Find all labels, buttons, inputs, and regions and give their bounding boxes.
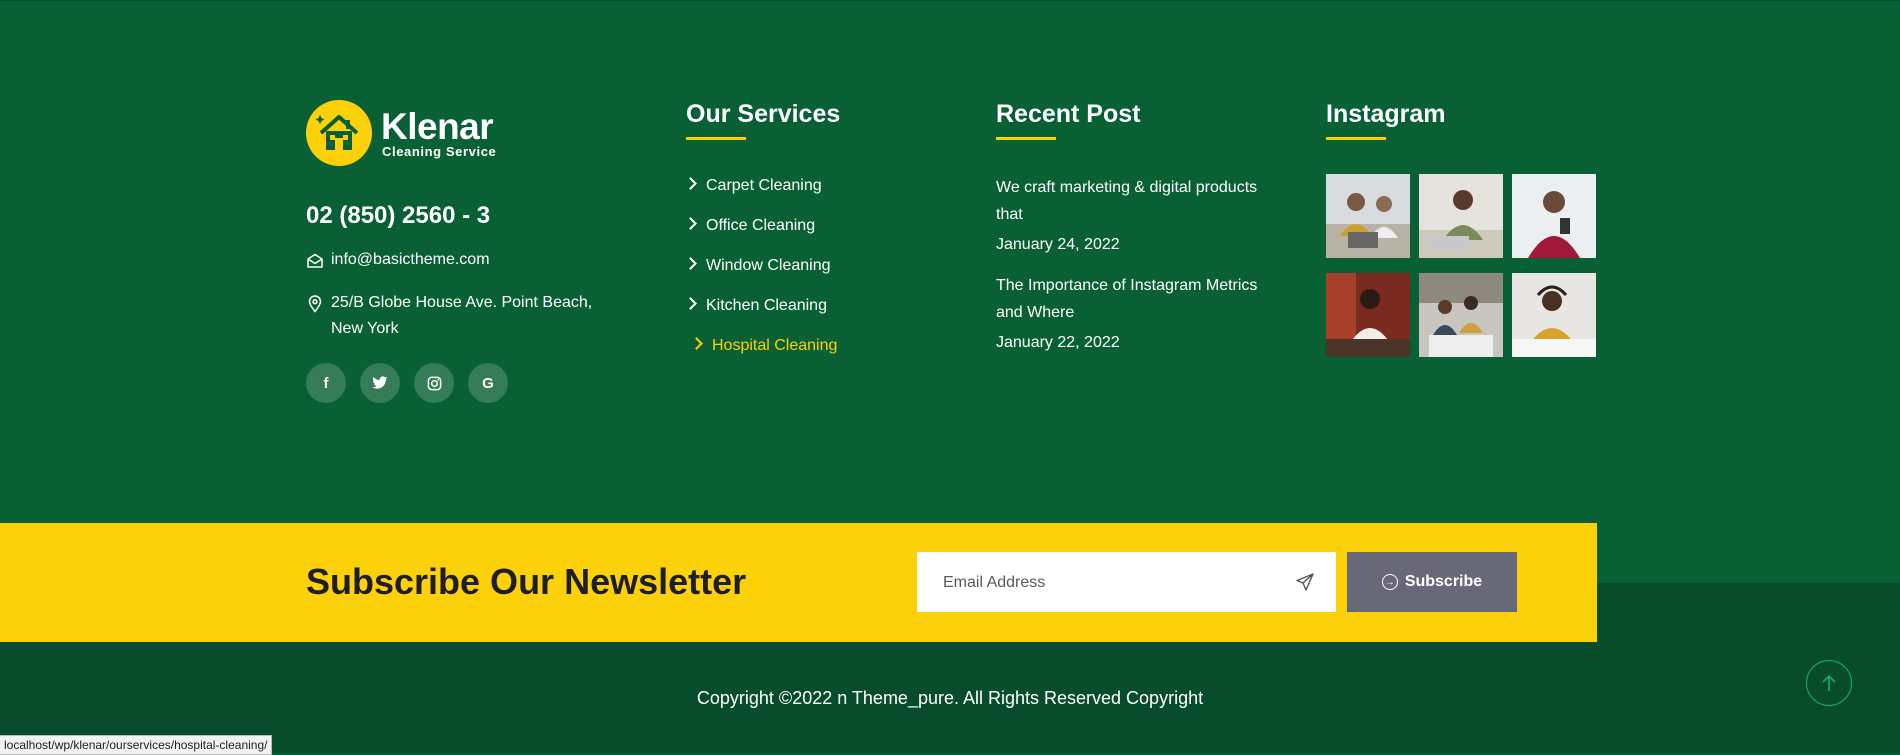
instagram-icon[interactable] — [414, 363, 454, 403]
instagram-photo-1[interactable] — [1326, 174, 1410, 258]
recent-post-date-2: January 22, 2022 — [996, 334, 1120, 351]
recent-post-title-1[interactable]: We craft marketing & digital products th… — [996, 174, 1276, 228]
email-input[interactable] — [941, 552, 1285, 614]
brand-tagline: Cleaning Service — [382, 144, 497, 159]
email-field-wrapper — [917, 552, 1336, 614]
envelope-icon — [306, 252, 324, 270]
house-icon — [306, 100, 372, 166]
facebook-icon[interactable]: f — [306, 363, 346, 403]
brand-name: Klenar — [381, 106, 494, 147]
google-icon[interactable]: G — [468, 363, 508, 403]
services-heading: Our Services — [686, 100, 841, 128]
chevron-right-icon — [684, 297, 697, 310]
recent-post-title-2[interactable]: The Importance of Instagram Metrics and … — [996, 272, 1276, 326]
phone-number[interactable]: 02 (850) 2560 - 3 — [306, 202, 490, 230]
instagram-heading: Instagram — [1326, 100, 1446, 128]
subscribe-button[interactable]: → Subscribe — [1347, 552, 1517, 612]
twitter-icon[interactable] — [360, 363, 400, 403]
instagram-photo-2[interactable] — [1419, 174, 1503, 258]
service-link-office[interactable]: Office Cleaning — [684, 217, 815, 235]
chevron-right-icon — [684, 217, 697, 230]
chevron-right-icon — [684, 257, 697, 270]
footer-top-section — [0, 0, 1900, 583]
service-link-hospital[interactable]: Hospital Cleaning — [690, 337, 837, 355]
location-pin-icon — [306, 295, 324, 313]
chevron-right-icon — [690, 337, 703, 350]
instagram-photo-3[interactable] — [1512, 174, 1596, 258]
arrow-up-icon — [1822, 674, 1836, 691]
instagram-photo-5[interactable] — [1419, 273, 1503, 357]
paper-plane-icon[interactable] — [1296, 573, 1314, 591]
scroll-to-top-button[interactable] — [1806, 660, 1852, 706]
arrow-right-circle-icon: → — [1381, 574, 1398, 590]
email-text: info@basictheme.com — [331, 251, 490, 268]
instagram-photo-4[interactable] — [1326, 273, 1410, 357]
recent-post-date-1: January 24, 2022 — [996, 236, 1120, 253]
subscribe-label: Subscribe — [1404, 573, 1483, 590]
recent-post-heading: Recent Post — [996, 100, 1141, 128]
heading-underline — [996, 137, 1056, 140]
service-link-window[interactable]: Window Cleaning — [684, 257, 831, 275]
instagram-photo-6[interactable] — [1512, 273, 1596, 357]
brand-logo[interactable]: Klenar Cleaning Service — [306, 100, 506, 166]
chevron-right-icon — [684, 177, 697, 190]
newsletter-heading: Subscribe Our Newsletter — [306, 561, 747, 602]
address-text: 25/B Globe House Ave. Point Beach, New Y… — [331, 294, 593, 337]
heading-underline — [686, 137, 746, 140]
copyright-text: Copyright ©2022 n Theme_pure. All Rights… — [696, 688, 1204, 708]
service-link-carpet[interactable]: Carpet Cleaning — [684, 177, 822, 195]
browser-status-url: localhost/wp/klenar/ourservices/hospital… — [0, 735, 273, 755]
service-link-kitchen[interactable]: Kitchen Cleaning — [684, 297, 827, 315]
heading-underline — [1326, 137, 1386, 140]
